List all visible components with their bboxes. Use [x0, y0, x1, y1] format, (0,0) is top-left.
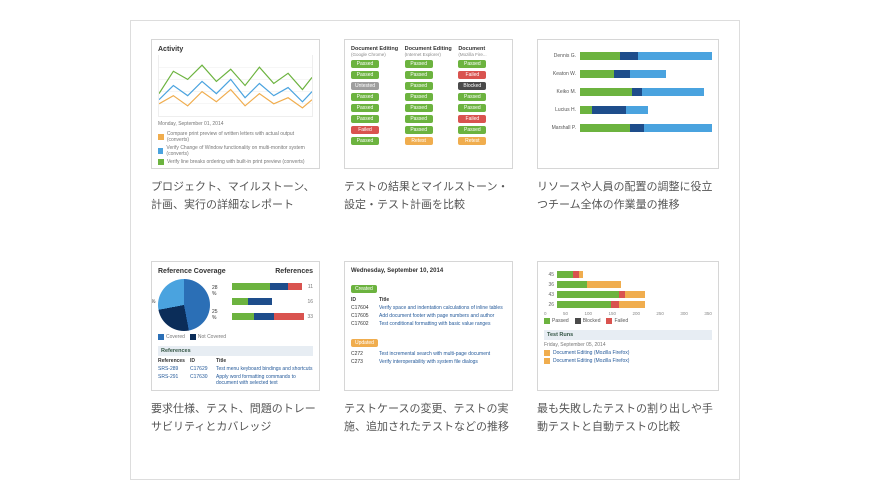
status-chip: Passed [405, 126, 433, 134]
workload-row: Lucius H. [544, 106, 712, 114]
card-changes: Wednesday, September 10, 2014 Created ID… [344, 261, 513, 461]
status-chip: Passed [458, 126, 486, 134]
legend-swatch [158, 159, 164, 165]
changes-date: Wednesday, September 10, 2014 [351, 268, 506, 274]
workload-row: Dennis G. [544, 52, 712, 60]
status-chip: Passed [458, 93, 486, 101]
card-caption: テストケースの変更、テストの実施、追加されたテストなどの推移 [344, 401, 513, 436]
card-team-workload: Dennis G. Keaton W. Keiko M. Lucius H. Marsh… [537, 39, 719, 239]
card-fail-compare: 45364326 050100150200250300350 PassedBlo… [537, 261, 719, 461]
chart-date: Monday, September 01, 2014 [158, 121, 313, 127]
status-chip: Passed [458, 60, 486, 68]
legend-swatch [158, 134, 164, 140]
status-chip: Retest [405, 137, 433, 145]
status-chip: Passed [351, 60, 379, 68]
status-chip: Untested [351, 82, 379, 90]
status-chip: Blocked [458, 82, 486, 90]
card-activity-report: Activity Monday, September 01, 2014 Comp… [151, 39, 320, 239]
runs-date: Friday, September 05, 2014 [544, 342, 712, 348]
workload-row: Keaton W. [544, 70, 712, 78]
status-chip: Passed [351, 71, 379, 79]
status-chip: Passed [405, 82, 433, 90]
status-chip: Passed [405, 115, 433, 123]
thumb-activity: Activity Monday, September 01, 2014 Comp… [151, 39, 320, 169]
status-chip: Failed [458, 71, 486, 79]
card-caption: 最も失敗したテストの割り出しや手動テストと自動テストの比較 [537, 401, 719, 436]
chart-legend: Compare print preview of written letters… [158, 131, 313, 165]
status-chip: Passed [351, 104, 379, 112]
coverage-bars: 111633 [232, 279, 313, 340]
results-table: Document Editing(Google Chrome)Document … [351, 46, 506, 145]
card-coverage: Reference Coverage References 47 % 25 % … [151, 261, 320, 461]
status-chip: Passed [351, 93, 379, 101]
thumb-changes: Wednesday, September 10, 2014 Created ID… [344, 261, 513, 391]
coverage-title: Reference Coverage [158, 268, 226, 275]
card-results-compare: Document Editing(Google Chrome)Document … [344, 39, 513, 239]
coverage-tab: References [275, 268, 313, 275]
status-chip: Passed [405, 60, 433, 68]
thumb-results: Document Editing(Google Chrome)Document … [344, 39, 513, 169]
status-chip: Passed [458, 104, 486, 112]
legend-swatch [158, 148, 163, 154]
workload-row: Marshall P. [544, 124, 712, 132]
card-caption: プロジェクト、マイルストーン、計画、実行の詳細なレポート [151, 179, 320, 214]
thumb-workload: Dennis G. Keaton W. Keiko M. Lucius H. Marsh… [537, 39, 719, 169]
status-chip: Failed [458, 115, 486, 123]
tag-updated: Updated [351, 339, 378, 347]
status-chip: Retest [458, 137, 486, 145]
tag-created: Created [351, 285, 377, 293]
fail-legend: PassedBlockedFailed [544, 318, 712, 324]
thumb-coverage: Reference Coverage References 47 % 25 % … [151, 261, 320, 391]
features-grid: Activity Monday, September 01, 2014 Comp… [130, 20, 740, 480]
status-chip: Passed [351, 115, 379, 123]
status-chip: Failed [351, 126, 379, 134]
status-chip: Passed [405, 104, 433, 112]
status-chip: Passed [405, 71, 433, 79]
card-caption: リソースや人員の配置の調整に役立つチーム全体の作業量の推移 [537, 179, 719, 214]
card-caption: テストの結果とマイルストーン・設定・テスト計画を比較 [344, 179, 513, 214]
status-chip: Passed [351, 137, 379, 145]
fail-scale: 050100150200250300350 [544, 311, 712, 316]
fail-bars: 45364326 [544, 271, 712, 308]
status-chip: Passed [405, 93, 433, 101]
workload-row: Keiko M. [544, 88, 712, 96]
references-header: References [158, 346, 313, 356]
pie-chart: 47 % 25 % 28 % [158, 279, 210, 331]
line-chart [158, 55, 313, 117]
runs-header: Test Runs [544, 330, 712, 340]
chart-title: Activity [158, 46, 313, 53]
thumb-fail: 45364326 050100150200250300350 PassedBlo… [537, 261, 719, 391]
card-caption: 要求仕様、テスト、問題のトレーサビリティとカバレッジ [151, 401, 320, 436]
